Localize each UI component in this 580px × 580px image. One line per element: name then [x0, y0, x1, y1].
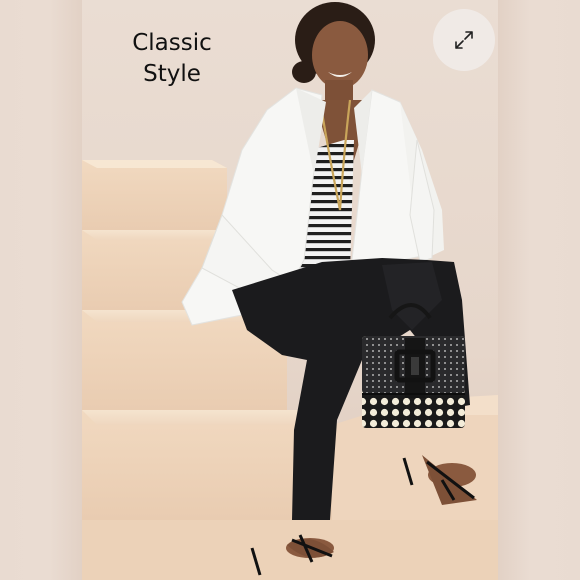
caption-text: Classic Style: [122, 28, 222, 90]
right-margin: [498, 0, 580, 580]
image-viewer: Classic Style: [0, 0, 580, 580]
left-margin: [0, 0, 82, 580]
expand-arrows-icon: [455, 31, 473, 49]
caption-line-2: Style: [143, 61, 201, 87]
caption-line-1: Classic: [132, 30, 212, 56]
listing-photo[interactable]: Classic Style: [82, 0, 498, 580]
expand-button[interactable]: [433, 9, 495, 71]
